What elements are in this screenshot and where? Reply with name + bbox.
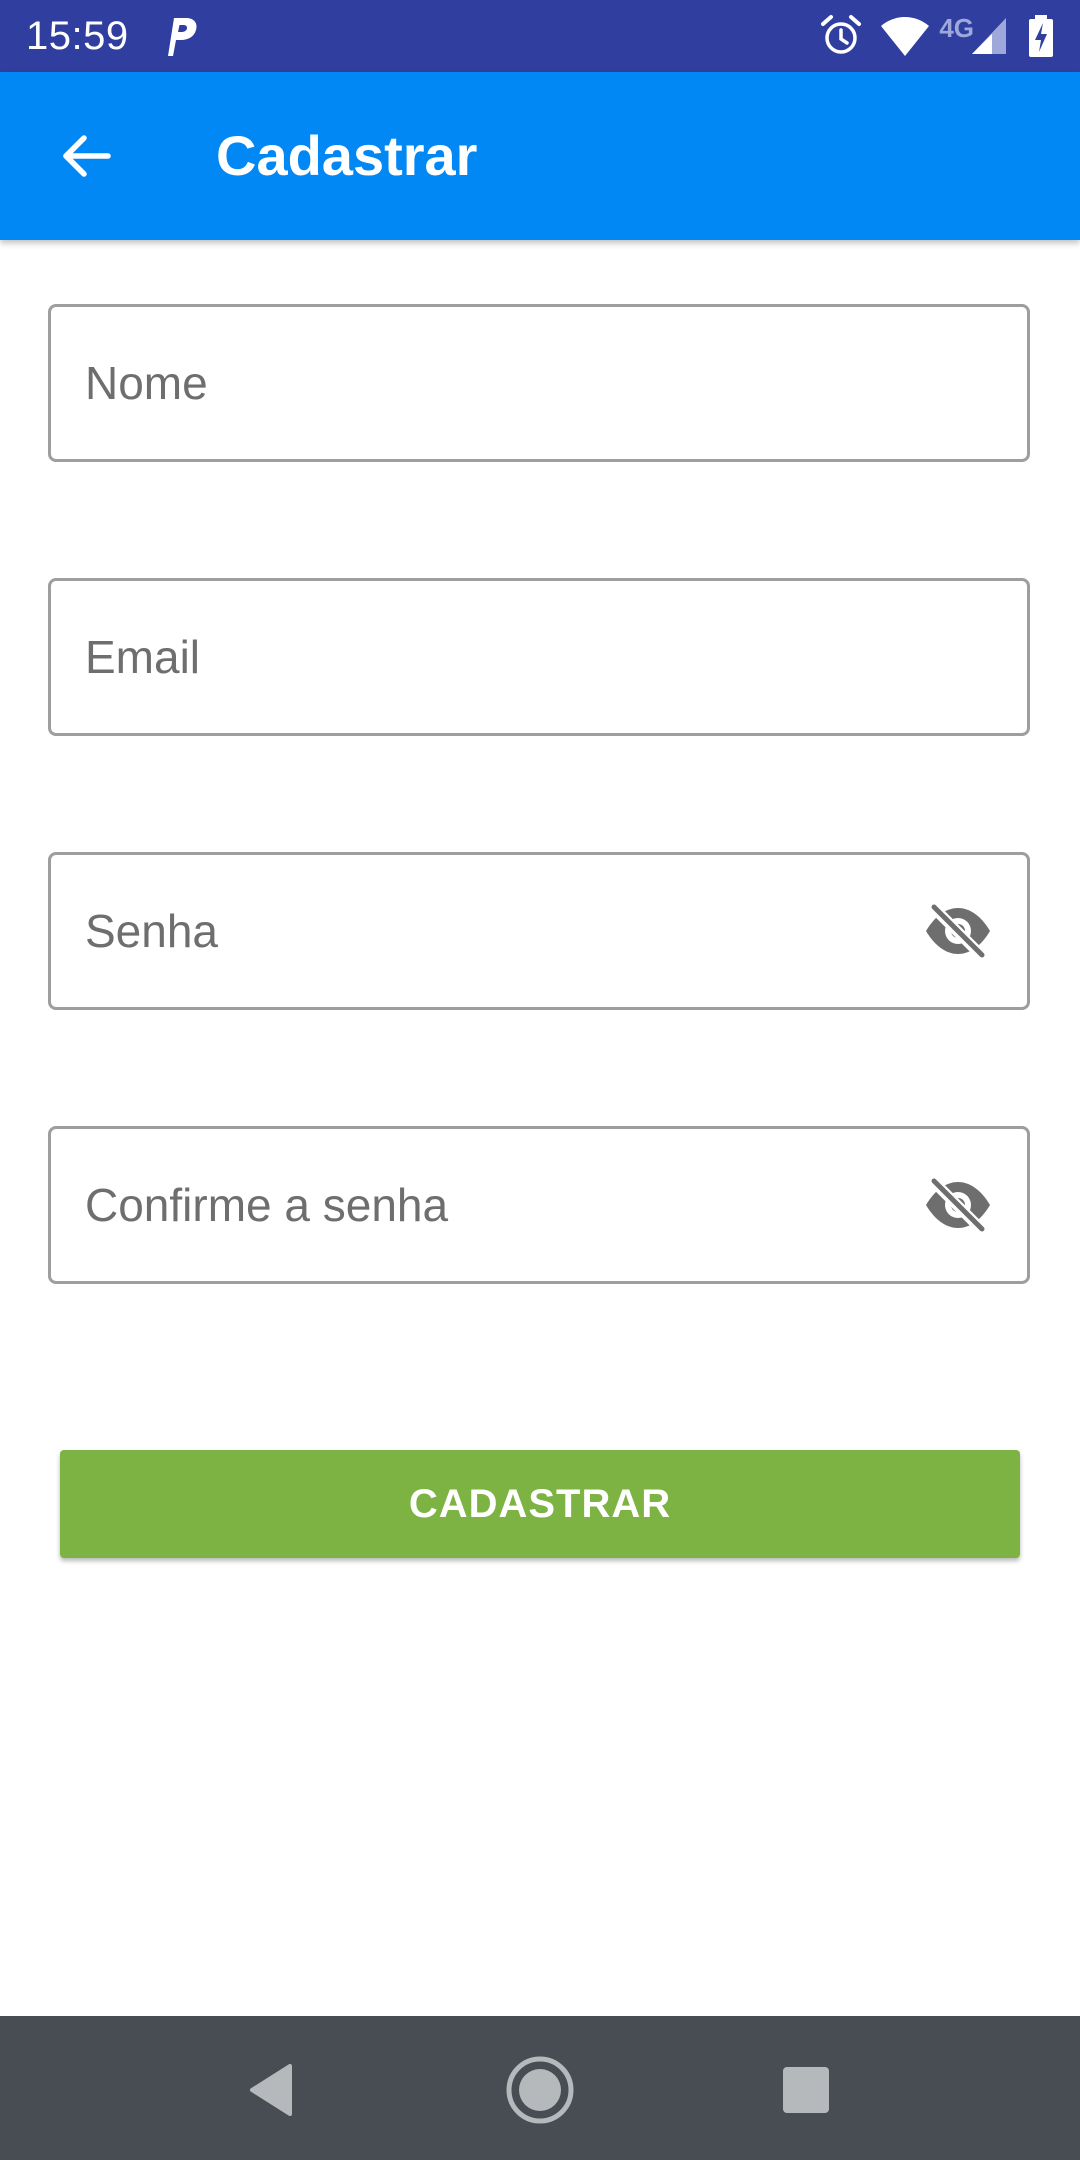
network-type-label: 4G <box>939 12 974 43</box>
page-title: Cadastrar <box>216 124 478 187</box>
visibility-off-icon <box>926 902 990 960</box>
parking-app-icon <box>168 18 197 56</box>
wifi-icon <box>881 17 930 56</box>
status-icons: 4G <box>819 12 1056 60</box>
nav-home-button[interactable] <box>502 2052 578 2128</box>
status-bar: 15:59 4G <box>0 0 1080 72</box>
visibility-off-icon <box>926 1176 990 1234</box>
nav-home-icon <box>506 2056 574 2124</box>
confirm-password-visibility-toggle[interactable] <box>923 1173 993 1237</box>
app-bar: Cadastrar <box>0 72 1080 240</box>
register-screen: 15:59 4G Cadastrar Nome Email CADASTRAR <box>0 0 1080 2160</box>
name-input[interactable] <box>85 307 945 459</box>
battery-charging-icon <box>1029 15 1053 57</box>
password-field <box>48 852 1030 1010</box>
password-input[interactable] <box>85 855 845 1007</box>
confirm-password-input[interactable] <box>85 1129 845 1281</box>
nav-back-icon <box>250 2064 292 2116</box>
register-button[interactable]: CADASTRAR <box>60 1450 1020 1558</box>
confirm-password-field <box>48 1126 1030 1284</box>
name-field <box>48 304 1030 462</box>
alarm-icon <box>821 15 862 54</box>
nav-back-button[interactable] <box>232 2052 308 2128</box>
email-input[interactable] <box>85 581 945 733</box>
status-time: 15:59 <box>26 14 129 58</box>
back-button[interactable] <box>42 112 130 200</box>
cell-signal-icon <box>972 18 1006 54</box>
nav-recents-button[interactable] <box>768 2052 844 2128</box>
navigation-bar <box>0 2016 1080 2160</box>
arrow-back-icon <box>63 135 111 177</box>
email-field <box>48 578 1030 736</box>
password-visibility-toggle[interactable] <box>923 899 993 963</box>
nav-recents-icon <box>783 2067 829 2113</box>
